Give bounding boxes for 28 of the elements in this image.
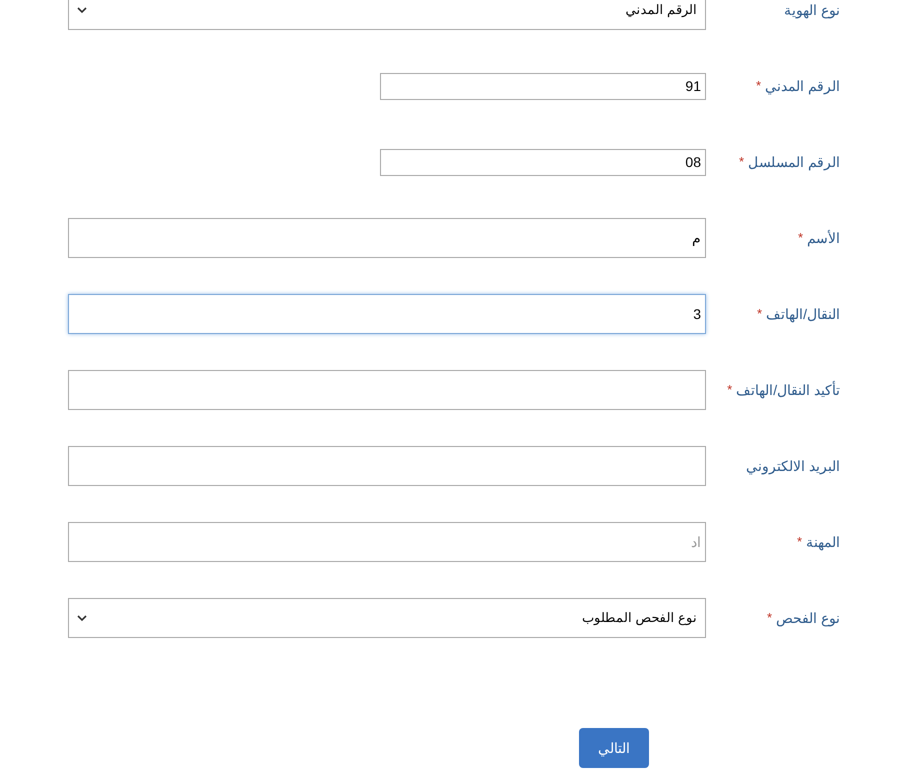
input-field[interactable]: اد [68,522,706,562]
field-label: المهنة [806,532,840,552]
field-label: النقال/الهاتف [766,304,840,324]
input-field[interactable] [68,446,706,486]
required-icon: * [798,228,803,248]
dropdown[interactable]: نوع الفحص المطلوب [68,598,706,638]
required-icon: * [796,532,802,552]
required-icon: * [767,608,772,628]
chevron-down-icon [77,6,87,14]
input-field[interactable]: 3 [68,294,706,334]
field-label: الرقم المدني [765,76,840,96]
field-label: الأسم [807,228,840,248]
required-icon: * [727,380,732,400]
required-icon: * [757,304,762,324]
field-label: الرقم المسلسل [748,152,840,172]
field-label: تأكيد النقال/الهاتف [736,380,840,400]
dropdown[interactable]: الرقم المدني [68,0,706,30]
required-icon: * [756,76,762,96]
field-label: نوع الفحص [776,608,840,628]
input-field[interactable]: م [68,218,706,258]
field-label: البريد الالكتروني [746,456,840,476]
next-button[interactable]: التالي [579,728,649,768]
field-label: نوع الهوية [784,0,840,20]
required-icon: * [739,152,744,172]
input-field[interactable] [68,370,706,410]
chevron-down-icon [77,614,87,622]
input-field[interactable]: 91 [380,72,706,100]
input-field[interactable]: 08 [380,148,706,176]
